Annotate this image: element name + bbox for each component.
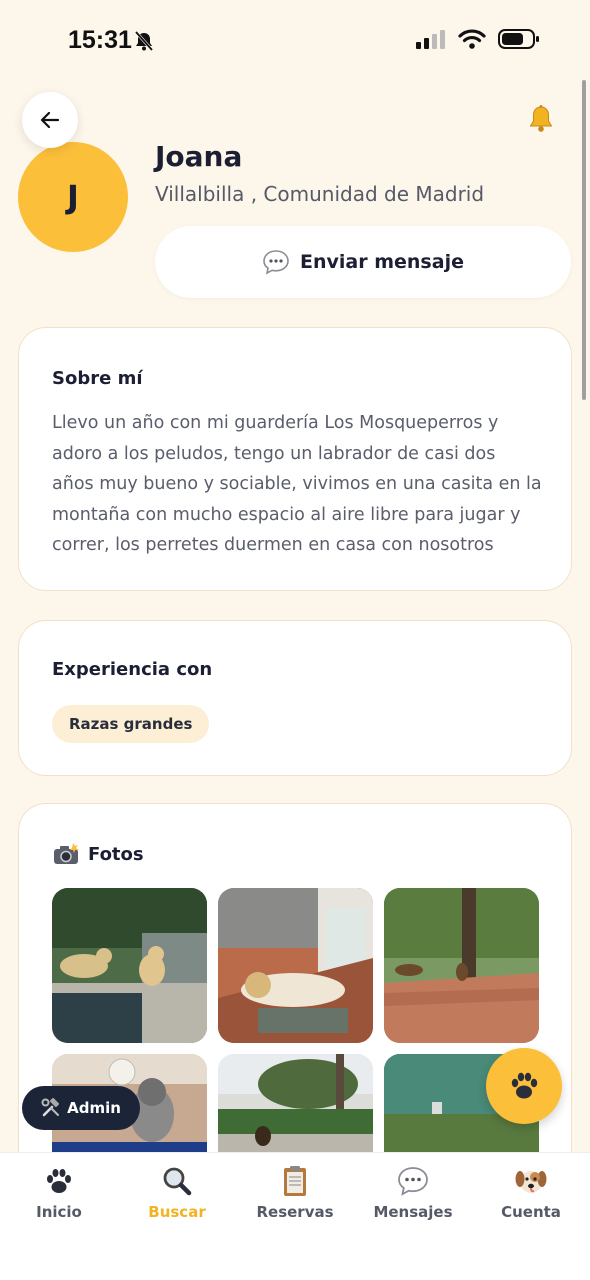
signal-icon — [416, 30, 445, 49]
nav-label-inicio: Inicio — [36, 1203, 82, 1221]
paw-icon — [511, 1072, 538, 1099]
camera-flash-icon — [54, 843, 79, 864]
nav-item-mensajes[interactable]: Mensajes — [354, 1165, 472, 1235]
paw-icon — [47, 1169, 71, 1193]
nav-item-reservas[interactable]: Reservas — [236, 1165, 354, 1235]
about-text: Llevo un año con mi guardería Los Mosque… — [52, 413, 542, 555]
nav-item-buscar[interactable]: Buscar — [118, 1165, 236, 1235]
experience-title: Experiencia con — [52, 659, 213, 680]
notifications-bell-icon[interactable] — [526, 104, 556, 138]
photos-title-row: Fotos — [52, 842, 144, 866]
nav-label-mensajes: Mensajes — [373, 1203, 453, 1221]
dog-face-icon — [515, 1171, 547, 1193]
clipboard-icon — [284, 1166, 306, 1196]
silent-bell-icon — [134, 31, 154, 51]
send-message-button[interactable]: Enviar mensaje — [155, 226, 571, 298]
hammer-wrench-icon — [41, 1098, 60, 1117]
profile-name: Joana — [155, 140, 243, 173]
photos-title: Fotos — [88, 843, 144, 865]
magnifier-icon — [163, 1167, 192, 1196]
experience-card: Experiencia con Razas grandes — [18, 620, 572, 776]
status-time: 15:31 — [68, 26, 132, 54]
profile-location: Villalbilla , Comunidad de Madrid — [155, 182, 485, 206]
speech-bubble-icon — [263, 250, 289, 275]
nav-item-inicio[interactable]: Inicio — [0, 1165, 118, 1235]
speech-bubble-icon — [398, 1167, 428, 1196]
admin-button-label: Admin — [67, 1099, 121, 1117]
photo-thumbnail[interactable] — [52, 888, 207, 1043]
paw-action-button[interactable] — [486, 1048, 562, 1124]
experience-tag: Razas grandes — [52, 705, 210, 743]
arrow-left-icon — [40, 111, 60, 129]
nav-label-cuenta: Cuenta — [501, 1203, 561, 1221]
battery-icon — [498, 29, 539, 49]
admin-button[interactable]: Admin — [22, 1086, 140, 1130]
nav-item-cuenta[interactable]: Cuenta — [472, 1165, 590, 1235]
about-title: Sobre mí — [52, 368, 143, 389]
wifi-icon — [458, 29, 486, 49]
scrollbar[interactable] — [582, 80, 586, 400]
send-message-label: Enviar mensaje — [300, 251, 464, 273]
status-icons — [416, 28, 540, 50]
bottom-navigation: Inicio Buscar Reservas Mensajes Cuenta — [0, 1152, 590, 1280]
about-card: Sobre mí Llevo un año con mi guardería L… — [18, 327, 572, 591]
avatar: J — [18, 142, 128, 252]
nav-label-buscar: Buscar — [148, 1203, 206, 1221]
status-bar: 15:31 — [0, 0, 590, 80]
photo-thumbnail[interactable] — [384, 888, 539, 1043]
photo-thumbnail[interactable] — [218, 888, 373, 1043]
nav-label-reservas: Reservas — [256, 1203, 334, 1221]
back-button[interactable] — [22, 92, 78, 148]
